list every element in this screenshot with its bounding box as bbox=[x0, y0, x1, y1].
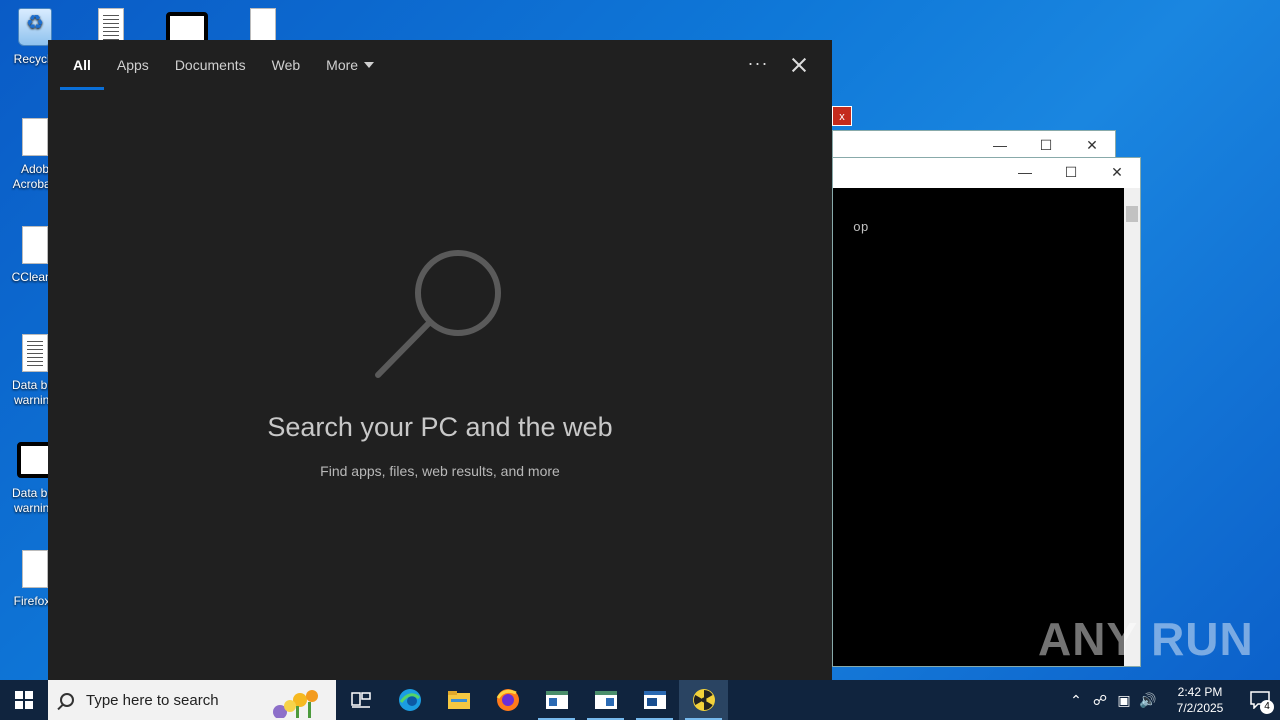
security-icon[interactable]: ☍ bbox=[1088, 692, 1112, 709]
chevron-up-icon[interactable]: ⌃ bbox=[1064, 692, 1088, 709]
clock[interactable]: 2:42 PM 7/2/2025 bbox=[1160, 684, 1240, 716]
firefox-icon bbox=[496, 689, 519, 711]
desktop-icon-top-blank[interactable] bbox=[228, 8, 298, 40]
edge-icon bbox=[398, 689, 421, 711]
taskbar-app-window-2[interactable] bbox=[581, 680, 630, 720]
recycle-bin-icon bbox=[18, 8, 52, 46]
network-icon[interactable]: ▣ bbox=[1112, 692, 1136, 709]
more-options-button[interactable]: ··· bbox=[742, 52, 774, 78]
b-logo-icon bbox=[166, 12, 208, 40]
tab-more[interactable]: More bbox=[313, 40, 387, 90]
task-view-icon bbox=[350, 692, 371, 708]
notification-count-badge: 4 bbox=[1260, 700, 1274, 714]
document-icon bbox=[22, 550, 48, 588]
taskbar-search-box[interactable]: Type here to search bbox=[48, 680, 336, 720]
scrollbar-thumb[interactable] bbox=[1126, 206, 1138, 222]
caret-down-icon bbox=[364, 62, 375, 68]
taskbar-app-window-1[interactable] bbox=[532, 680, 581, 720]
notification-center-button[interactable]: 4 bbox=[1240, 680, 1280, 720]
maximize-icon[interactable]: ☐ bbox=[1048, 158, 1094, 186]
search-tabs: All Apps Documents Web More bbox=[60, 40, 387, 90]
text-document-icon bbox=[22, 334, 48, 372]
clock-time: 2:42 PM bbox=[1177, 685, 1223, 699]
anyrun-watermark: ANY RUN bbox=[1038, 613, 1254, 665]
document-icon bbox=[22, 118, 48, 156]
minimize-icon[interactable]: — bbox=[1002, 158, 1048, 186]
desktop-icon-top-document[interactable] bbox=[76, 8, 146, 40]
taskbar-radiation-app[interactable] bbox=[679, 680, 728, 720]
desktop-icon-top-logo[interactable] bbox=[152, 12, 222, 40]
radiation-icon bbox=[692, 689, 715, 711]
taskbar-app-window-3[interactable] bbox=[630, 680, 679, 720]
taskbar-edge[interactable] bbox=[385, 680, 434, 720]
document-icon bbox=[250, 8, 276, 40]
maximize-icon[interactable]: ☐ bbox=[1023, 131, 1069, 159]
tab-label: More bbox=[326, 57, 359, 73]
search-highlight-flowers-icon bbox=[273, 690, 318, 718]
search-hero-subtitle: Find apps, files, web results, and more bbox=[320, 463, 560, 479]
redx-close-button[interactable]: x bbox=[832, 106, 852, 126]
search-placeholder: Type here to search bbox=[86, 691, 219, 709]
clock-date: 7/2/2025 bbox=[1176, 701, 1224, 715]
text-document-icon bbox=[98, 8, 124, 40]
system-tray: ⌃ ☍ ▣ 🔊 2:42 PM 7/2/2025 4 bbox=[1064, 680, 1280, 720]
search-icon bbox=[60, 693, 74, 707]
tab-documents[interactable]: Documents bbox=[162, 40, 259, 90]
console-scrollbar[interactable] bbox=[1124, 188, 1140, 666]
task-view-button[interactable] bbox=[336, 680, 385, 720]
tab-all[interactable]: All bbox=[60, 40, 104, 90]
tab-label: Web bbox=[271, 57, 301, 73]
window-controls: — ☐ ✕ bbox=[1002, 158, 1140, 186]
start-button[interactable] bbox=[0, 680, 48, 720]
close-panel-button[interactable] bbox=[784, 52, 814, 78]
volume-icon[interactable]: 🔊 bbox=[1136, 692, 1160, 709]
console-output[interactable]: op bbox=[833, 188, 1125, 666]
app-window-icon bbox=[594, 691, 617, 709]
app-window-icon bbox=[643, 691, 666, 709]
windows-logo-icon bbox=[15, 691, 33, 709]
tab-label: Documents bbox=[174, 57, 246, 73]
tab-label: Apps bbox=[116, 57, 149, 73]
close-icon[interactable]: ✕ bbox=[1069, 131, 1115, 159]
taskbar: Type here to search ⌃ ☍ ▣ 🔊 2:42 PM 7/2/ bbox=[0, 680, 1280, 720]
close-icon[interactable]: ✕ bbox=[1094, 158, 1140, 186]
search-hero-title: Search your PC and the web bbox=[267, 412, 613, 442]
search-magnifier-icon bbox=[375, 250, 501, 378]
search-panel: All Apps Documents Web More ··· Search y… bbox=[48, 40, 832, 680]
taskbar-firefox[interactable] bbox=[483, 680, 532, 720]
window-controls: — ☐ ✕ bbox=[977, 131, 1115, 159]
tab-apps[interactable]: Apps bbox=[104, 40, 162, 90]
document-icon bbox=[22, 226, 48, 264]
taskbar-file-explorer[interactable] bbox=[434, 680, 483, 720]
minimize-icon[interactable]: — bbox=[977, 131, 1023, 159]
console-text: op bbox=[853, 220, 869, 235]
app-window-icon bbox=[545, 691, 568, 709]
file-explorer-icon bbox=[447, 691, 470, 709]
tab-web[interactable]: Web bbox=[259, 40, 314, 90]
tab-label: All bbox=[73, 57, 91, 73]
console-window[interactable]: — ☐ ✕ op bbox=[832, 157, 1141, 667]
